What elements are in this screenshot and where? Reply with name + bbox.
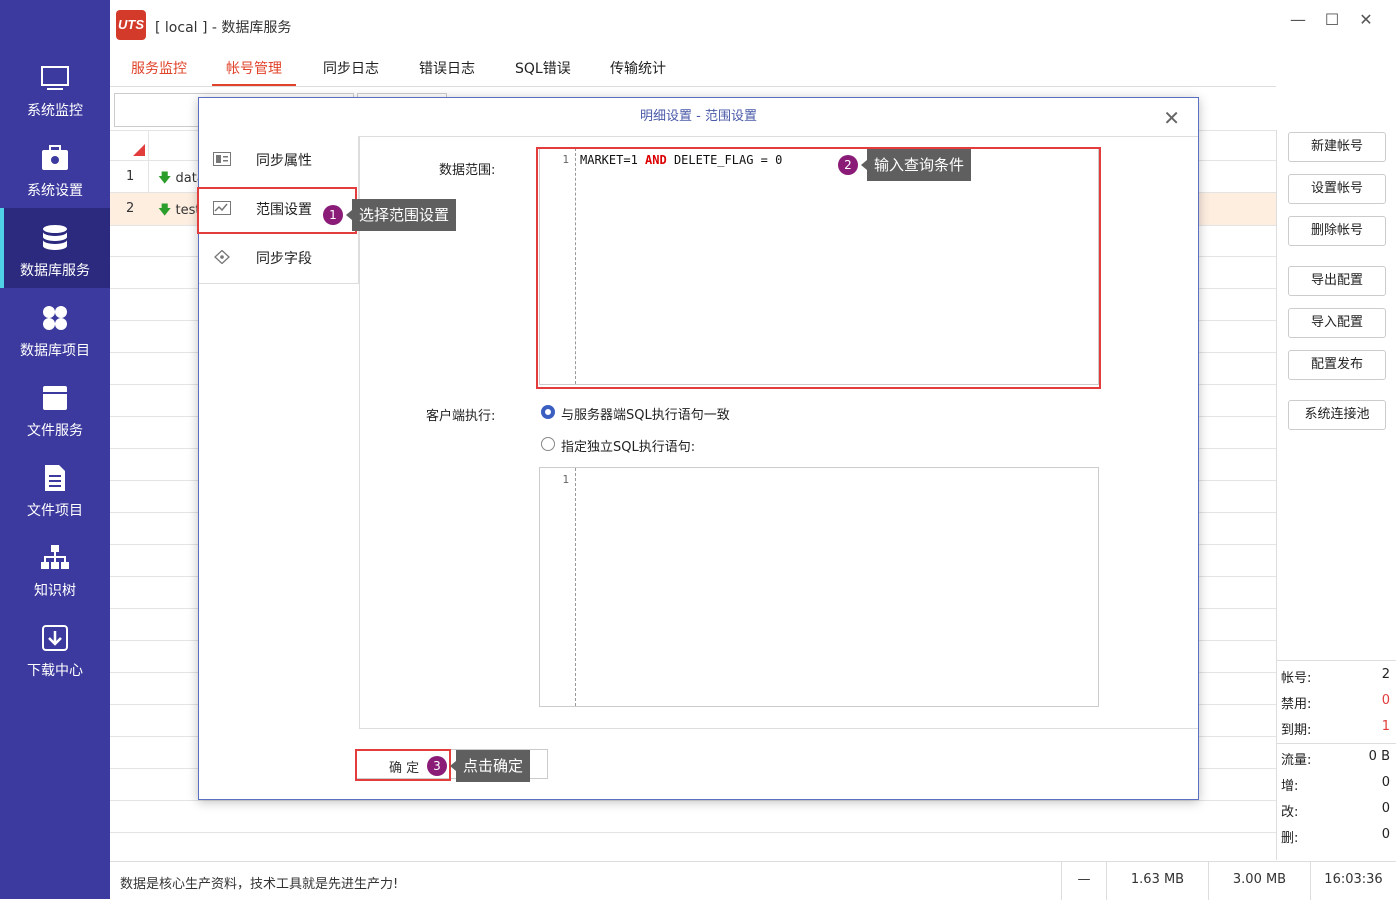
sidebar-item-system-monitor[interactable]: 系统监控 (0, 48, 110, 128)
set-account-button[interactable]: 设置帐号 (1288, 174, 1386, 204)
diamond-icon (214, 250, 230, 264)
highlight-data-range-editor (536, 147, 1101, 389)
tab-transfer-stats[interactable]: 传输统计 (610, 58, 666, 86)
tab-error-log[interactable]: 错误日志 (419, 58, 475, 86)
settings-briefcase-icon (42, 145, 68, 170)
row-number: 2 (126, 201, 135, 216)
publish-config-button[interactable]: 配置发布 (1288, 350, 1386, 380)
status-memory-total: 3.00 MB (1208, 862, 1310, 900)
connection-pool-button[interactable]: 系统连接池 (1288, 400, 1386, 430)
stat-value: 0 (1381, 775, 1390, 790)
file-box-icon (43, 386, 67, 410)
tab-account-management[interactable]: 帐号管理 (212, 58, 296, 86)
title-bar: UTS [ local ] - 数据库服务 — ☐ ✕ (110, 0, 1396, 50)
stat-label: 流量: (1281, 753, 1312, 768)
status-dash: — (1061, 862, 1106, 900)
new-account-button[interactable]: 新建帐号 (1288, 132, 1386, 162)
sidebar: 系统监控 系统设置 数据库服务 数据库项目 文件服务 文件项目 知识树 下载中心 (0, 0, 110, 899)
file-list-icon (45, 465, 65, 491)
dialog-close-icon[interactable]: ✕ (1163, 106, 1180, 130)
arrow-down-icon: 🡇 (158, 203, 172, 218)
delete-account-button[interactable]: 删除帐号 (1288, 216, 1386, 246)
side-item-label: 同步属性 (256, 153, 312, 169)
status-bar: 数据是核心生产资料，技术工具就是先进生产力! — 1.63 MB 3.00 MB… (110, 861, 1396, 900)
stat-label: 到期: (1281, 723, 1312, 738)
import-config-button[interactable]: 导入配置 (1288, 308, 1386, 338)
sidebar-item-download-center[interactable]: 下载中心 (0, 608, 110, 688)
sidebar-item-label: 系统监控 (27, 103, 83, 119)
sidebar-item-system-settings[interactable]: 系统设置 (0, 128, 110, 208)
sidebar-item-label: 知识树 (34, 583, 76, 599)
sidebar-item-label: 文件项目 (27, 503, 83, 519)
status-memory-used: 1.63 MB (1106, 862, 1208, 900)
tab-sql-error[interactable]: SQL错误 (515, 58, 571, 86)
radio-label: 与服务器端SQL执行语句一致 (561, 408, 730, 423)
sidebar-item-label: 数据库服务 (20, 263, 90, 279)
sidebar-item-label: 文件服务 (27, 423, 83, 439)
properties-icon (213, 152, 231, 166)
close-window-button[interactable]: ✕ (1354, 10, 1378, 30)
database-icon (43, 225, 67, 250)
sidebar-item-file-project[interactable]: 文件项目 (0, 448, 110, 528)
sidebar-item-database-service[interactable]: 数据库服务 (0, 208, 110, 288)
line-number: 1 (562, 473, 569, 486)
clover-grid-icon (43, 306, 67, 330)
arrow-down-icon: 🡇 (158, 171, 172, 186)
radio-same-as-server[interactable] (541, 405, 555, 419)
data-range-label: 数据范围: (439, 163, 496, 178)
stat-label: 帐号: (1281, 671, 1312, 686)
tree-icon (41, 545, 69, 569)
annotation-tooltip: 点击确定 (449, 750, 531, 782)
table-row[interactable]: 🡇 test (158, 201, 200, 223)
row-number: 1 (126, 169, 135, 184)
sidebar-item-label: 下载中心 (27, 663, 83, 679)
independent-sql-editor[interactable]: 1 (539, 467, 1099, 707)
stat-value: 1 (1381, 719, 1390, 734)
stat-label: 删: (1281, 831, 1299, 846)
monitor-icon (41, 66, 69, 90)
client-exec-label: 客户端执行: (426, 409, 496, 424)
sidebar-item-knowledge-tree[interactable]: 知识树 (0, 528, 110, 608)
annotation-tooltip: 选择范围设置 (345, 199, 457, 231)
stat-value: 0 (1381, 827, 1390, 842)
annotation-badge: 3 (427, 756, 447, 776)
side-item-sync-fields[interactable]: 同步字段 (199, 234, 359, 282)
window-title: [ local ] - 数据库服务 (155, 20, 292, 36)
stat-value: 0 B (1368, 749, 1390, 764)
side-item-sync-properties[interactable]: 同步属性 (199, 136, 359, 184)
annotation-badge: 2 (838, 155, 858, 175)
stat-value: 0 (1381, 693, 1390, 708)
stat-value: 0 (1381, 801, 1390, 816)
download-icon (42, 625, 68, 651)
status-time: 16:03:36 (1310, 862, 1396, 900)
sidebar-item-label: 数据库项目 (20, 343, 90, 359)
stat-value: 2 (1381, 667, 1390, 682)
stat-label: 增: (1281, 779, 1299, 794)
minimize-button[interactable]: — (1286, 10, 1310, 30)
sidebar-item-database-project[interactable]: 数据库项目 (0, 288, 110, 368)
stat-label: 禁用: (1281, 697, 1312, 712)
app-logo: UTS (116, 10, 146, 40)
tab-service-monitor[interactable]: 服务监控 (131, 58, 187, 86)
stat-label: 改: (1281, 805, 1299, 820)
radio-independent-sql[interactable] (541, 437, 555, 451)
radio-label: 指定独立SQL执行语句: (561, 440, 696, 455)
status-message: 数据是核心生产资料，技术工具就是先进生产力! (120, 877, 399, 892)
sidebar-item-label: 系统设置 (27, 183, 83, 199)
tab-sync-log[interactable]: 同步日志 (323, 58, 379, 86)
main-tabs: 服务监控 帐号管理 同步日志 错误日志 SQL错误 传输统计 (110, 50, 1396, 86)
side-item-label: 同步字段 (256, 251, 312, 267)
sort-corner-icon (133, 144, 145, 156)
sidebar-item-file-service[interactable]: 文件服务 (0, 368, 110, 448)
maximize-button[interactable]: ☐ (1320, 10, 1344, 30)
annotation-badge: 1 (323, 205, 343, 225)
annotation-tooltip: 输入查询条件 (860, 149, 972, 181)
export-config-button[interactable]: 导出配置 (1288, 266, 1386, 296)
dialog-title: 明细设置 - 范围设置 (640, 109, 757, 124)
